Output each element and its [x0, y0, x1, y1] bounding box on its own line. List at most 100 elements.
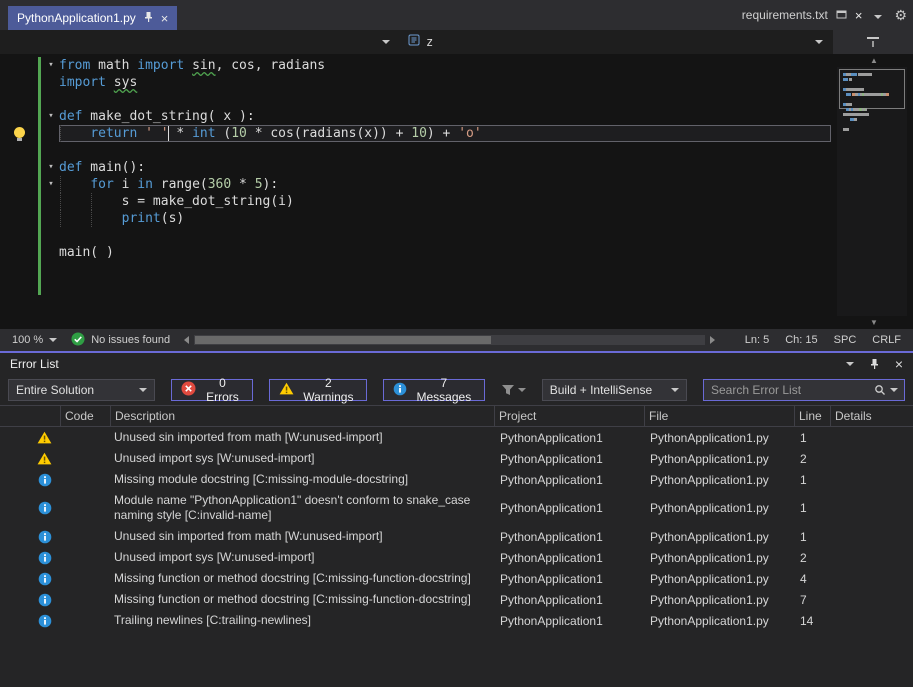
split-editor-button[interactable] — [833, 30, 913, 54]
errors-filter-button[interactable]: 0 Errors — [171, 379, 252, 401]
line-ending-indicator[interactable]: CRLF — [872, 334, 901, 346]
error-row[interactable]: Missing module docstring [C:missing-modu… — [0, 469, 913, 490]
close-icon[interactable]: × — [855, 9, 863, 22]
fold-marker[interactable]: ▾ — [43, 159, 59, 176]
error-line: 1 — [794, 473, 830, 487]
gutter-margin — [0, 278, 38, 295]
error-row[interactable]: Unused sin imported from math [W:unused-… — [0, 427, 913, 448]
column-line[interactable]: Line — [794, 406, 830, 426]
fold-marker[interactable]: ▾ — [43, 108, 59, 125]
lightbulb-icon[interactable] — [14, 127, 25, 138]
code-line[interactable]: s = make_dot_string(i) — [0, 193, 835, 210]
column-project[interactable]: Project — [494, 406, 644, 426]
error-line: 2 — [794, 452, 830, 466]
tab-pythonapplication1[interactable]: PythonApplication1.py × — [8, 6, 177, 30]
error-row[interactable]: Module name "PythonApplication1" doesn't… — [0, 490, 913, 526]
error-line: 1 — [794, 501, 830, 515]
code-text: main( ) — [59, 244, 831, 261]
error-project: PythonApplication1 — [494, 452, 644, 466]
tab-requirements[interactable]: requirements.txt × — [742, 8, 863, 22]
gutter-margin — [0, 108, 38, 125]
gutter-margin — [0, 227, 38, 244]
error-file: PythonApplication1.py — [644, 452, 794, 466]
minimap-scrollbar[interactable]: ▲ ▼ — [835, 54, 913, 329]
close-icon[interactable]: × — [895, 357, 903, 371]
window-position-icon[interactable] — [846, 362, 854, 366]
float-window-icon[interactable] — [836, 8, 847, 22]
code-line[interactable]: ▾def make_dot_string( x ): — [0, 108, 835, 125]
symbol-dropdown[interactable]: z — [398, 30, 833, 54]
column-code[interactable]: Code — [60, 406, 110, 426]
zoom-selector[interactable]: 100 % — [8, 334, 61, 346]
column-severity[interactable] — [0, 406, 60, 426]
pin-icon[interactable] — [143, 11, 154, 26]
code-text: def make_dot_string( x ): — [59, 108, 831, 125]
error-file: PythonApplication1.py — [644, 473, 794, 487]
messages-filter-button[interactable]: 7 Messages — [383, 379, 485, 401]
code-area[interactable]: ▾from math import sin, cos, radiansimpor… — [0, 54, 835, 329]
fold-marker — [43, 210, 59, 227]
close-icon[interactable]: × — [161, 12, 169, 25]
error-project: PythonApplication1 — [494, 431, 644, 445]
code-health-indicator[interactable]: No issues found — [71, 332, 170, 349]
change-tracking-bar — [38, 278, 41, 295]
change-tracking-bar — [38, 227, 41, 244]
info-icon — [393, 382, 407, 399]
line-indicator: Ln: 5 — [745, 334, 769, 346]
search-icon[interactable] — [868, 384, 904, 396]
horizontal-scrollbar[interactable] — [184, 335, 715, 345]
code-line[interactable]: ▾def main(): — [0, 159, 835, 176]
scroll-left-icon[interactable] — [184, 336, 189, 344]
code-line[interactable]: return ' ' * int (10 * cos(radians(x)) +… — [0, 125, 835, 142]
code-line[interactable] — [0, 91, 835, 108]
scrollbar-thumb[interactable] — [195, 336, 491, 344]
code-line[interactable]: import sys — [0, 74, 835, 91]
search-input[interactable] — [704, 383, 868, 397]
minimap-line — [843, 123, 905, 126]
scroll-right-icon[interactable] — [710, 336, 715, 344]
warnings-filter-button[interactable]: 2 Warnings — [269, 379, 367, 401]
scrollbar-track[interactable] — [194, 335, 705, 345]
error-file: PythonApplication1.py — [644, 501, 794, 515]
error-row[interactable]: Unused sin imported from math [W:unused-… — [0, 526, 913, 547]
fold-marker[interactable]: ▾ — [43, 57, 59, 74]
chevron-down-icon[interactable] — [874, 8, 882, 22]
code-line[interactable] — [0, 142, 835, 159]
minimap[interactable] — [837, 67, 907, 316]
pin-icon[interactable] — [869, 358, 880, 370]
panel-header[interactable]: Error List × — [0, 353, 913, 375]
project-dropdown[interactable] — [0, 30, 398, 54]
source-dropdown[interactable]: Build + IntelliSense — [542, 379, 687, 401]
indent-guide — [60, 125, 61, 142]
scroll-down-icon[interactable]: ▼ — [835, 316, 913, 329]
error-row[interactable]: Missing function or method docstring [C:… — [0, 568, 913, 589]
spaces-indicator[interactable]: SPC — [834, 334, 857, 346]
error-project: PythonApplication1 — [494, 593, 644, 607]
error-row[interactable]: Missing function or method docstring [C:… — [0, 589, 913, 610]
column-description[interactable]: Description — [110, 406, 494, 426]
errors-count-label: 0 Errors — [202, 376, 242, 404]
code-line[interactable]: print(s) — [0, 210, 835, 227]
error-row[interactable]: Unused import sys [W:unused-import]Pytho… — [0, 448, 913, 469]
code-line[interactable]: main( ) — [0, 244, 835, 261]
gutter-margin — [0, 193, 38, 210]
filter-icon[interactable] — [501, 384, 526, 396]
scope-dropdown[interactable]: Entire Solution — [8, 379, 155, 401]
error-row[interactable]: Unused import sys [W:unused-import]Pytho… — [0, 547, 913, 568]
fold-marker[interactable]: ▾ — [43, 176, 59, 193]
gear-icon[interactable]: ⚙ — [894, 7, 907, 24]
change-tracking-bar — [38, 108, 41, 125]
code-line[interactable]: ▾from math import sin, cos, radians — [0, 57, 835, 74]
code-text — [59, 227, 831, 244]
code-line[interactable] — [0, 227, 835, 244]
column-file[interactable]: File — [644, 406, 794, 426]
info-icon — [0, 530, 60, 544]
code-line[interactable] — [0, 278, 835, 295]
column-details[interactable]: Details — [830, 406, 913, 426]
error-row[interactable]: Trailing newlines [C:trailing-newlines]P… — [0, 610, 913, 631]
indent-guide — [91, 193, 92, 210]
code-text — [59, 91, 831, 108]
code-line[interactable] — [0, 261, 835, 278]
code-line[interactable]: ▾ for i in range(360 * 5): — [0, 176, 835, 193]
scroll-up-icon[interactable]: ▲ — [835, 54, 913, 67]
